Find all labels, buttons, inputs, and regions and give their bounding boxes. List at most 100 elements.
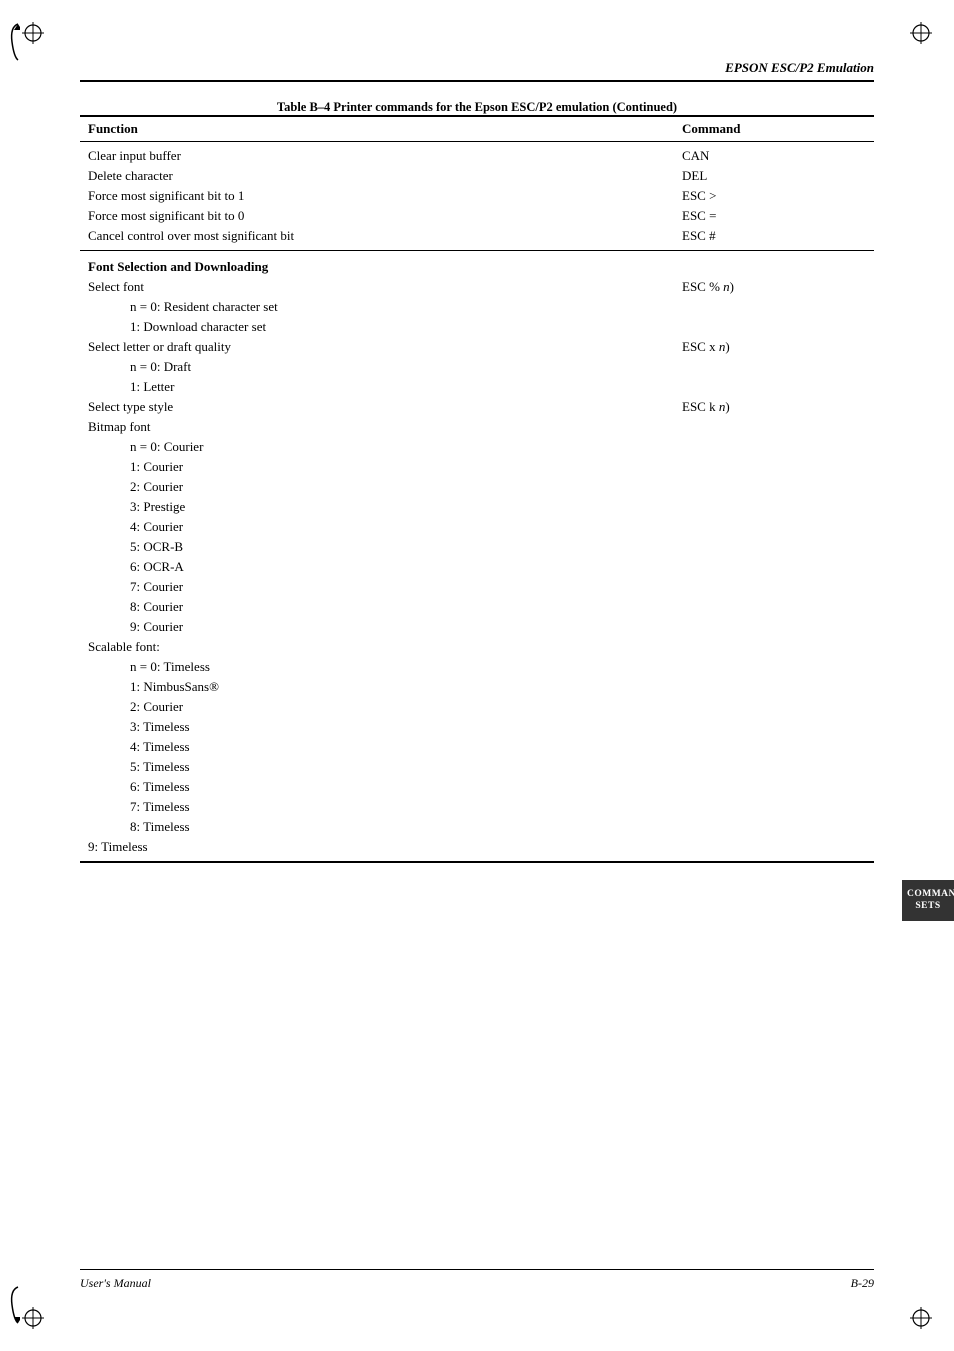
table-row: Scalable font:: [80, 637, 874, 657]
command-cell: [674, 737, 874, 757]
function-cell: 6: Timeless: [80, 777, 674, 797]
main-table: Function Command Clear input bufferCANDe…: [80, 115, 874, 863]
function-cell: 5: OCR-B: [80, 537, 674, 557]
table-row: 1: Letter: [80, 377, 874, 397]
function-cell: Select type style: [80, 397, 674, 417]
command-cell: [674, 697, 874, 717]
function-cell: Force most significant bit to 0: [80, 206, 674, 226]
command-cell: [674, 617, 874, 637]
function-cell: Force most significant bit to 1: [80, 186, 674, 206]
function-cell: 8: Timeless: [80, 817, 674, 837]
command-cell: CAN: [674, 142, 874, 167]
table-row: Force most significant bit to 0ESC =: [80, 206, 874, 226]
table-row: 8: Timeless: [80, 817, 874, 837]
command-cell: ESC k n): [674, 397, 874, 417]
command-cell: [674, 637, 874, 657]
table-row: Force most significant bit to 1ESC >: [80, 186, 874, 206]
function-cell: Clear input buffer: [80, 142, 674, 167]
command-cell: [674, 251, 874, 278]
table-row: 1: Download character set: [80, 317, 874, 337]
function-cell: 1: Letter: [80, 377, 674, 397]
binding-mark-top: [8, 22, 20, 66]
table-row: Select letter or draft qualityESC x n): [80, 337, 874, 357]
command-cell: [674, 437, 874, 457]
command-cell: [674, 717, 874, 737]
command-cell: [674, 377, 874, 397]
function-cell: 1: Download character set: [80, 317, 674, 337]
table-row: Font Selection and Downloading: [80, 251, 874, 278]
table-row: Select fontESC % n): [80, 277, 874, 297]
corner-mark-tl: [18, 18, 48, 48]
command-cell: [674, 317, 874, 337]
table-row: 9: Timeless: [80, 837, 874, 862]
command-cell: ESC >: [674, 186, 874, 206]
function-cell: 4: Timeless: [80, 737, 674, 757]
table-caption: Table B–4 Printer commands for the Epson…: [80, 100, 874, 115]
command-cell: [674, 817, 874, 837]
function-cell: 7: Timeless: [80, 797, 674, 817]
command-cell: [674, 297, 874, 317]
table-row: Select type styleESC k n): [80, 397, 874, 417]
function-cell: 1: NimbusSans®: [80, 677, 674, 697]
function-cell: 9: Timeless: [80, 837, 674, 862]
table-header-row: Function Command: [80, 116, 874, 142]
table-row: Bitmap font: [80, 417, 874, 437]
page-footer: User's Manual B-29: [80, 1269, 874, 1291]
command-cell: [674, 597, 874, 617]
side-tab-line2: SETS: [915, 901, 940, 911]
table-row: 4: Timeless: [80, 737, 874, 757]
table-row: n = 0: Draft: [80, 357, 874, 377]
function-cell: Bitmap font: [80, 417, 674, 437]
table-row: 5: Timeless: [80, 757, 874, 777]
function-cell: Scalable font:: [80, 637, 674, 657]
table-row: 7: Courier: [80, 577, 874, 597]
table-row: 2: Courier: [80, 697, 874, 717]
table-row: 5: OCR-B: [80, 537, 874, 557]
function-cell: 7: Courier: [80, 577, 674, 597]
table-row: 2: Courier: [80, 477, 874, 497]
command-cell: [674, 417, 874, 437]
function-cell: 5: Timeless: [80, 757, 674, 777]
table-row: 6: OCR-A: [80, 557, 874, 577]
function-cell: 1: Courier: [80, 457, 674, 477]
page: EPSON ESC/P2 Emulation Table B–4 Printer…: [0, 0, 954, 1351]
command-cell: [674, 457, 874, 477]
footer-right: B-29: [851, 1276, 874, 1291]
command-cell: [674, 477, 874, 497]
function-cell: n = 0: Resident character set: [80, 297, 674, 317]
footer-left: User's Manual: [80, 1276, 151, 1291]
table-row: Clear input bufferCAN: [80, 142, 874, 167]
command-cell: [674, 517, 874, 537]
command-cell: [674, 757, 874, 777]
function-cell: 3: Timeless: [80, 717, 674, 737]
command-cell: ESC x n): [674, 337, 874, 357]
command-cell: [674, 657, 874, 677]
table-row: 6: Timeless: [80, 777, 874, 797]
corner-mark-bl: [18, 1303, 48, 1333]
table-row: Delete characterDEL: [80, 166, 874, 186]
function-cell: 3: Prestige: [80, 497, 674, 517]
command-cell: [674, 577, 874, 597]
corner-mark-br: [906, 1303, 936, 1333]
function-cell: 9: Courier: [80, 617, 674, 637]
function-cell: 2: Courier: [80, 477, 674, 497]
command-cell: [674, 557, 874, 577]
command-cell: [674, 677, 874, 697]
function-cell: Cancel control over most significant bit: [80, 226, 674, 251]
table-row: n = 0: Courier: [80, 437, 874, 457]
table-row: 3: Timeless: [80, 717, 874, 737]
command-header: Command: [674, 116, 874, 142]
table-row: Cancel control over most significant bit…: [80, 226, 874, 251]
table-row: 8: Courier: [80, 597, 874, 617]
command-cell: ESC =: [674, 206, 874, 226]
function-cell: 6: OCR-A: [80, 557, 674, 577]
function-header: Function: [80, 116, 674, 142]
binding-mark-bottom: [8, 1285, 20, 1329]
table-row: 1: NimbusSans®: [80, 677, 874, 697]
function-cell: Delete character: [80, 166, 674, 186]
command-cell: DEL: [674, 166, 874, 186]
command-sets-tab: COMMAND SETS: [902, 880, 954, 921]
side-tab-line1: COMMAND: [907, 889, 954, 899]
function-cell: Font Selection and Downloading: [80, 251, 674, 278]
command-cell: [674, 837, 874, 862]
